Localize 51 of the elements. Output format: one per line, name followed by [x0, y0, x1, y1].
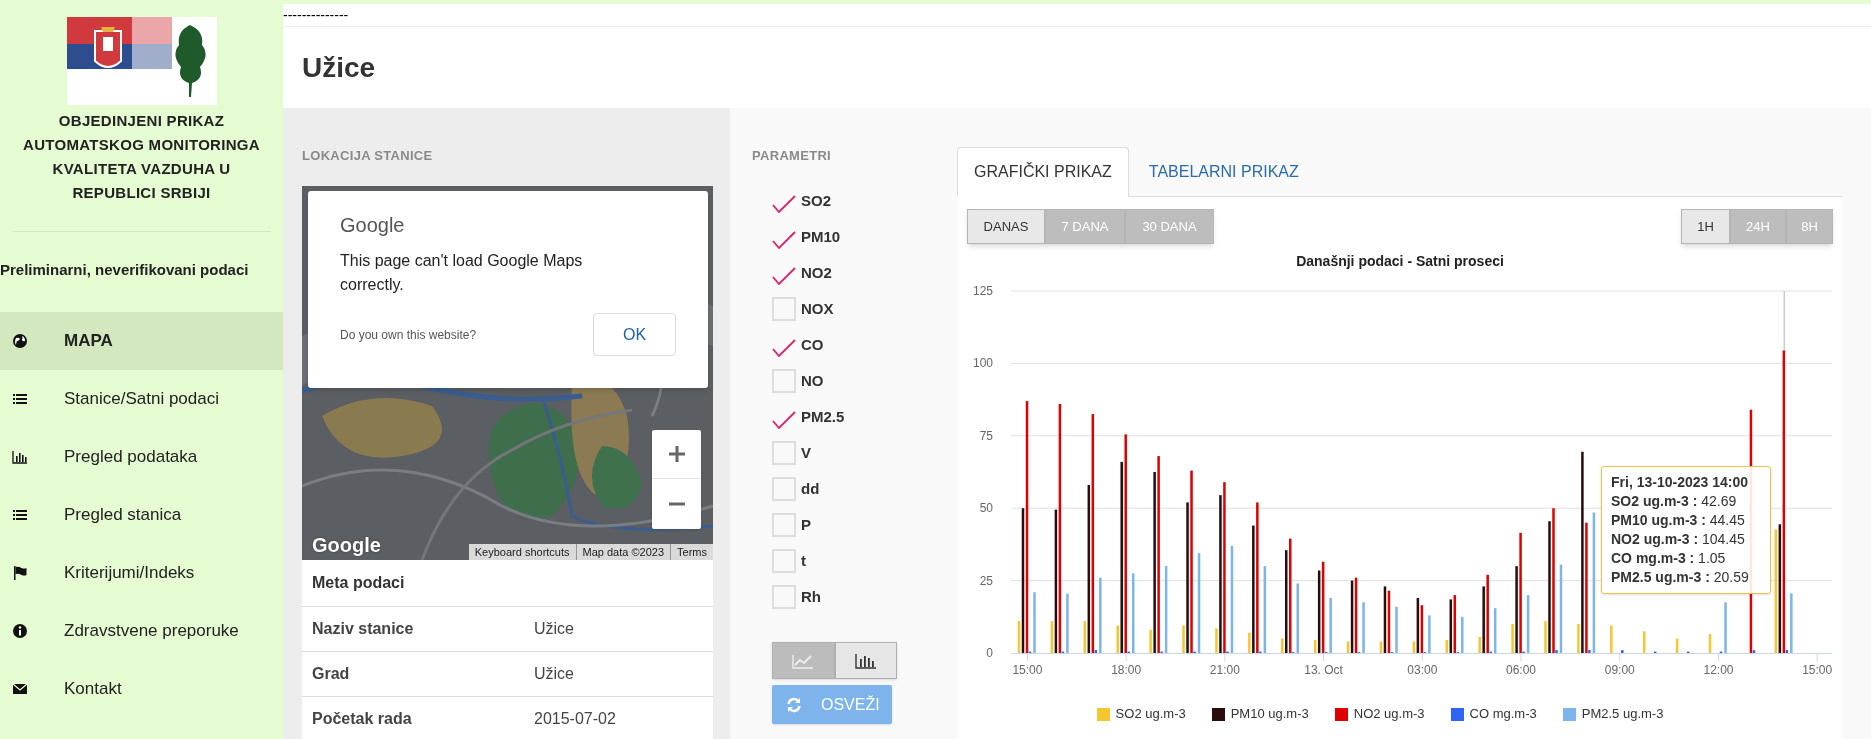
axis-label: 75 — [979, 428, 993, 443]
axis-label: 18:00 — [1111, 663, 1142, 677]
dialog-question: Do you own this website? — [340, 326, 477, 344]
checkbox-label: NO2 — [801, 262, 832, 283]
table-cell-text: Grad — [312, 664, 351, 684]
table-cell-text: Užice — [534, 664, 574, 684]
map-logo: Google — [312, 533, 381, 557]
tooltip-line: PM10 ug.m-3 : 44.45 — [1611, 511, 1746, 530]
section-heading: PARAMETRI — [752, 148, 832, 164]
notice-text: Preliminarni, neverifikovani podaci — [0, 260, 250, 280]
axis-label: 25 — [979, 573, 993, 588]
checkbox-label: NO — [801, 370, 824, 391]
axis-label: 09:00 — [1604, 663, 1635, 677]
checkbox-label: PM2.5 — [801, 406, 845, 427]
tooltip-line: PM2.5 ug.m-3 : 20.59 — [1611, 568, 1750, 587]
checkbox-label: t — [801, 550, 806, 571]
site-title: OBJEDINJENI PRIKAZ AUTOMATSKOG MONITORINGA KVALITETA VAZDUHA U REPUBLICI SRBIJI — [22, 111, 261, 203]
axis-label: 15:00 — [1802, 663, 1833, 677]
checkbox-label: V — [801, 442, 811, 463]
axis-label: 21:00 — [1209, 663, 1240, 677]
axis-label: 125 — [972, 284, 993, 298]
table-cell-text: 2015-07-02 — [534, 709, 616, 729]
dialog-message: This page can't load Google Maps correctly. — [340, 251, 584, 295]
checkbox-label: SO2 — [801, 190, 831, 211]
axis-label: 13. Oct — [1304, 663, 1343, 677]
table-cell-text: Početak rada — [312, 709, 413, 729]
axis-label: 03:00 — [1407, 663, 1438, 677]
axis-label: 100 — [972, 356, 993, 371]
checkbox-label: dd — [801, 478, 820, 499]
checkbox-label: Rh — [801, 586, 821, 607]
checkbox-label: NOX — [801, 298, 834, 319]
page-title: Užice — [302, 50, 376, 85]
axis-label: 06:00 — [1506, 663, 1537, 677]
axis-label: 15:00 — [1012, 663, 1043, 677]
table-cell-text: Naziv stanice — [312, 619, 415, 639]
checkbox-label: P — [801, 514, 811, 535]
axis-label: 0 — [986, 646, 993, 660]
tooltip-title: Fri, 13-10-2023 14:00 — [1611, 473, 1749, 492]
section-heading: LOKACIJA STANICE — [302, 148, 434, 164]
separator-text: -------------- — [283, 7, 349, 23]
checkbox-label: PM10 — [801, 226, 841, 247]
checkbox-label: CO — [801, 334, 824, 355]
tooltip-line: CO mg.m-3 : 1.05 — [1611, 549, 1727, 568]
axis-label: 12:00 — [1703, 663, 1734, 677]
table-heading: Meta podaci — [312, 573, 405, 593]
chart-title: Današnji podaci - Satni proseci — [1296, 253, 1504, 269]
table-cell-text: Užice — [534, 619, 574, 639]
axis-label: 50 — [979, 501, 993, 516]
dialog-brand: Google — [340, 213, 405, 237]
tooltip-line: SO2 ug.m-3 : 42.69 — [1611, 492, 1738, 511]
tooltip-line: NO2 ug.m-3 : 104.45 — [1611, 530, 1746, 549]
